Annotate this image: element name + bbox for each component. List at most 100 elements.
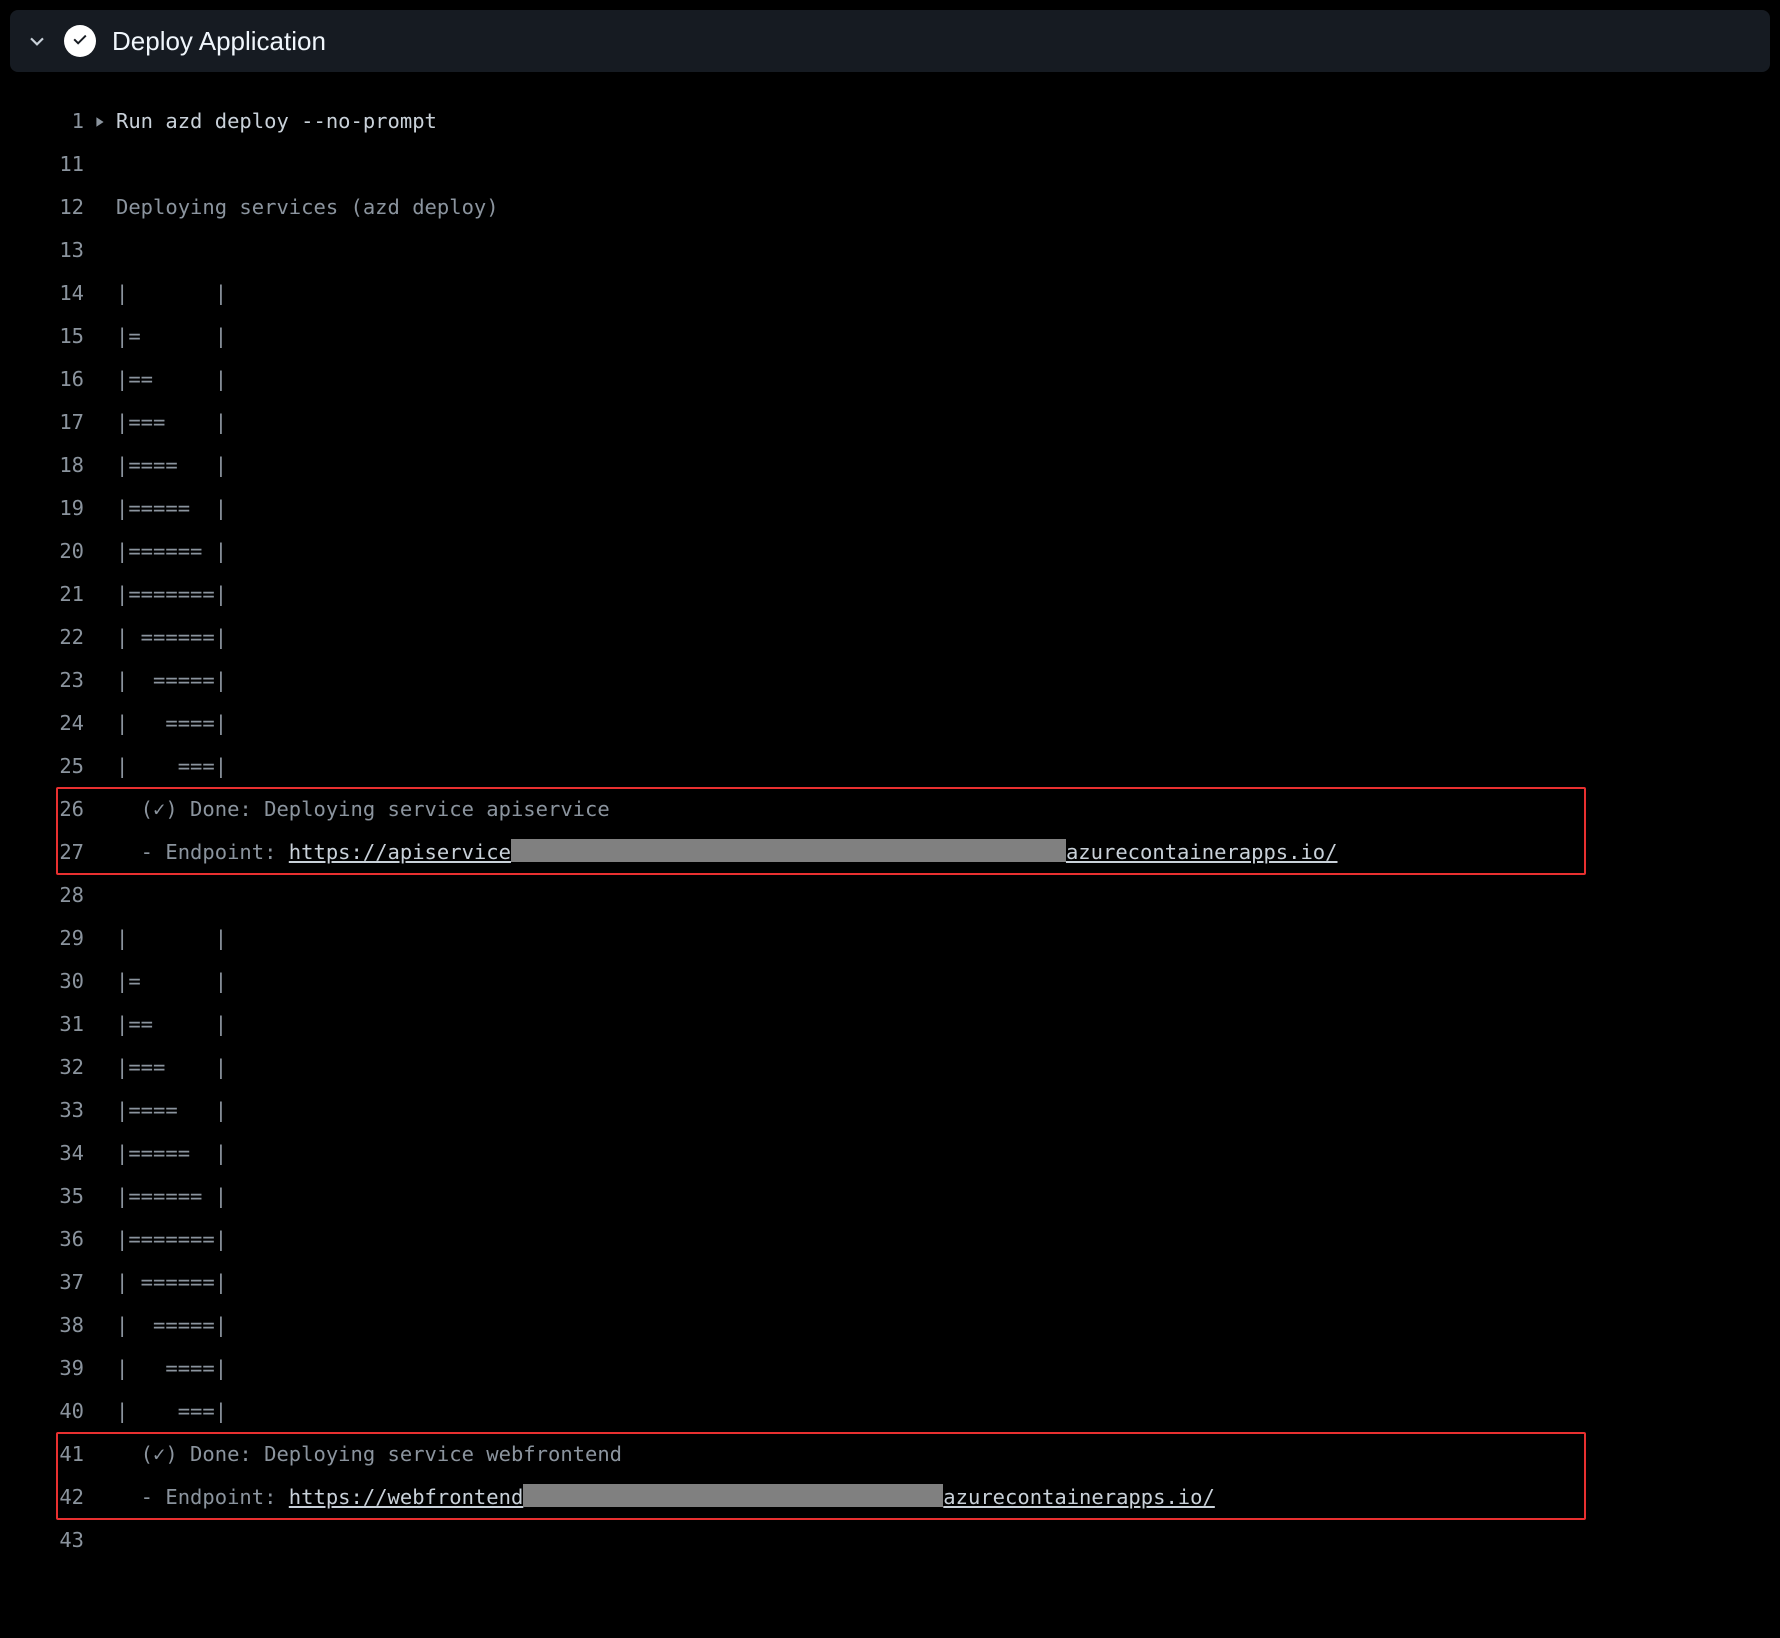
line-number: 42 [16, 1476, 94, 1519]
line-number: 22 [16, 616, 94, 659]
log-text: | ======| [116, 1261, 227, 1304]
spacer [94, 616, 116, 659]
log-line: 14| | [16, 272, 1760, 315]
spacer [94, 788, 116, 831]
log-line: 39 | ====| [16, 1347, 1760, 1390]
redaction [523, 1484, 943, 1507]
spacer [94, 1132, 116, 1175]
log-line: 12 Deploying services (azd deploy) [16, 186, 1760, 229]
line-number: 24 [16, 702, 94, 745]
step-header[interactable]: Deploy Application [10, 10, 1770, 72]
line-number: 28 [16, 874, 94, 917]
log-line: 43 [16, 1519, 1760, 1562]
spacer [94, 831, 116, 874]
log-text: - Endpoint: https://webfrontendazurecont… [116, 1476, 1215, 1519]
line-number: 18 [16, 444, 94, 487]
log-text: | | [116, 917, 227, 960]
line-number: 36 [16, 1218, 94, 1261]
line-number: 29 [16, 917, 94, 960]
log-line: 42 - Endpoint: https://webfrontendazurec… [16, 1476, 1760, 1519]
log-text: - Endpoint: https://apiserviceazureconta… [116, 831, 1338, 874]
line-number: 35 [16, 1175, 94, 1218]
log-text: |== | [116, 358, 227, 401]
line-number: 15 [16, 315, 94, 358]
spacer [94, 444, 116, 487]
spacer [94, 401, 116, 444]
spacer [94, 487, 116, 530]
line-number: 39 [16, 1347, 94, 1390]
spacer [94, 960, 116, 1003]
log-text: Deploying services (azd deploy) [116, 186, 499, 229]
spacer [94, 1218, 116, 1261]
log-line: 30 |= | [16, 960, 1760, 1003]
line-number: 12 [16, 186, 94, 229]
log-text: (✓) Done: Deploying service webfrontend [116, 1433, 622, 1476]
spacer [94, 1003, 116, 1046]
endpoint-link[interactable]: https://apiserviceazurecontainerapps.io/ [289, 840, 1338, 864]
spacer [94, 1476, 116, 1519]
log-line: 28 [16, 874, 1760, 917]
log-line: 19|===== | [16, 487, 1760, 530]
check-circle-icon [64, 25, 96, 57]
log-line: 23 | =====| [16, 659, 1760, 702]
log-text: |====== | [116, 1175, 227, 1218]
spacer [94, 1390, 116, 1433]
spacer [94, 143, 116, 186]
log-text: | =====| [116, 1304, 227, 1347]
log-text: | =====| [116, 659, 227, 702]
line-number: 34 [16, 1132, 94, 1175]
log-text: |=======| [116, 1218, 227, 1261]
log-line: 31 |== | [16, 1003, 1760, 1046]
log-line: 29 | | [16, 917, 1760, 960]
log-line: 27 - Endpoint: https://apiserviceazureco… [16, 831, 1760, 874]
log-text: |= | [116, 315, 227, 358]
line-number: 16 [16, 358, 94, 401]
line-number: 23 [16, 659, 94, 702]
log-line: 34|===== | [16, 1132, 1760, 1175]
disclosure-triangle-icon[interactable] [94, 100, 116, 143]
line-number: 20 [16, 530, 94, 573]
line-number: 26 [16, 788, 94, 831]
log-text: |== | [116, 1003, 227, 1046]
log-line: 33|==== | [16, 1089, 1760, 1132]
log-text: |====== | [116, 530, 227, 573]
log-line: 32|=== | [16, 1046, 1760, 1089]
log-line: 18 |==== | [16, 444, 1760, 487]
spacer [94, 358, 116, 401]
spacer [94, 530, 116, 573]
spacer [94, 186, 116, 229]
line-number: 43 [16, 1519, 94, 1562]
log-text: |=======| [116, 573, 227, 616]
log-line: 40| ===| [16, 1390, 1760, 1433]
line-number: 13 [16, 229, 94, 272]
spacer [94, 573, 116, 616]
line-number: 31 [16, 1003, 94, 1046]
log-line: 38| =====| [16, 1304, 1760, 1347]
log-line: 21|=======| [16, 573, 1760, 616]
line-number: 40 [16, 1390, 94, 1433]
log-text: (✓) Done: Deploying service apiservice [116, 788, 610, 831]
spacer [94, 1261, 116, 1304]
log-text: Run azd deploy --no-prompt [116, 100, 437, 143]
log-line: 16 |== | [16, 358, 1760, 401]
log-text: |==== | [116, 1089, 227, 1132]
line-number: 27 [16, 831, 94, 874]
line-number: 30 [16, 960, 94, 1003]
log-line: 11 [16, 143, 1760, 186]
log-line: 22| ======| [16, 616, 1760, 659]
line-number: 14 [16, 272, 94, 315]
log-line: 36 |=======| [16, 1218, 1760, 1261]
log-panel: 1 Run azd deploy --no-prompt 1112Deployi… [10, 72, 1770, 1562]
log-text: |=== | [116, 401, 227, 444]
spacer [94, 315, 116, 358]
log-text: |= | [116, 960, 227, 1003]
log-text: |==== | [116, 444, 227, 487]
chevron-down-icon[interactable] [26, 30, 48, 52]
log-text: | ====| [116, 702, 227, 745]
endpoint-link[interactable]: https://webfrontendazurecontainerapps.io… [289, 1485, 1215, 1509]
log-text: | ====| [116, 1347, 227, 1390]
spacer [94, 1175, 116, 1218]
line-number: 19 [16, 487, 94, 530]
line-number: 11 [16, 143, 94, 186]
line-number: 32 [16, 1046, 94, 1089]
